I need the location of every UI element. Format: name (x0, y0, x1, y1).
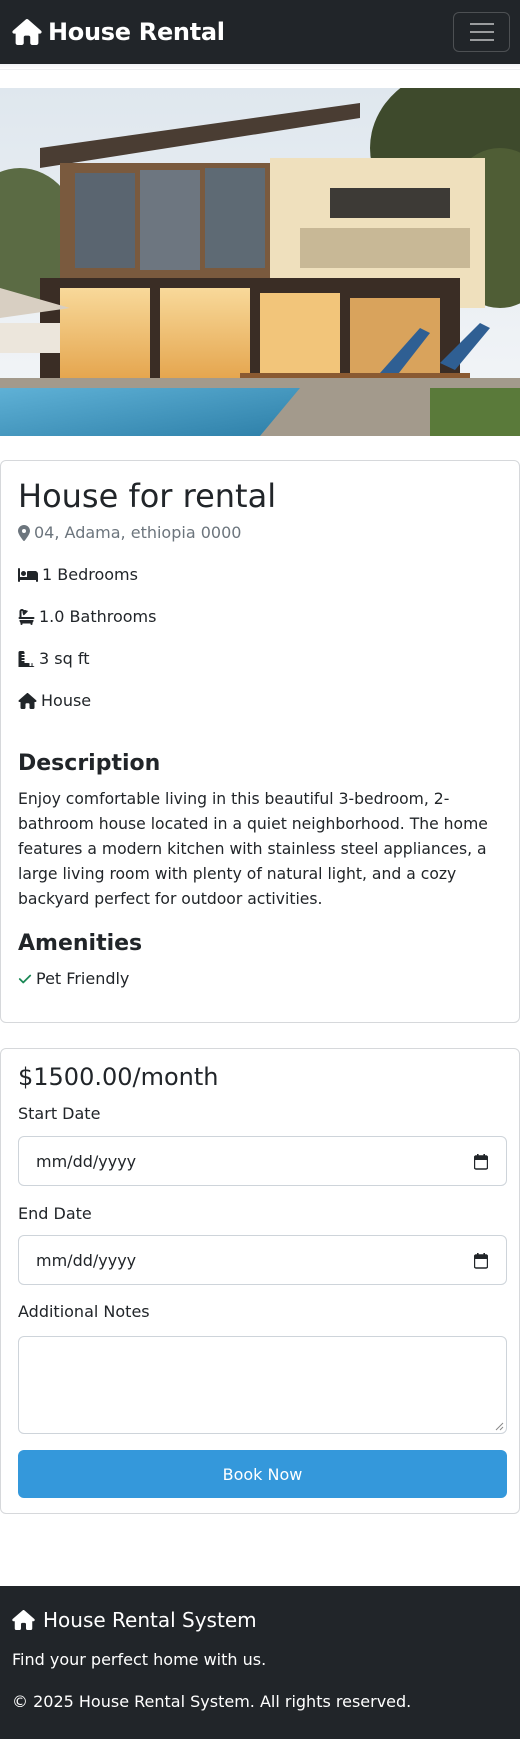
navbar-shadow (0, 64, 520, 70)
property-title: House for rental (18, 477, 277, 515)
book-now-button[interactable]: Book Now (18, 1450, 507, 1498)
bedrooms-row: 1 Bedrooms (18, 565, 138, 584)
brand-link[interactable]: House Rental (12, 18, 225, 46)
property-type-row: House (18, 691, 91, 710)
amenity-item: Pet Friendly (18, 969, 129, 988)
area-text: 3 sq ft (39, 649, 90, 668)
bathrooms-text: 1.0 Bathrooms (39, 607, 157, 626)
bed-icon (18, 567, 38, 582)
home-icon (18, 692, 37, 709)
property-image (0, 88, 520, 436)
bathrooms-row: 1.0 Bathrooms (18, 607, 156, 626)
amenity-label: Pet Friendly (36, 969, 130, 988)
map-marker-icon (18, 524, 30, 541)
start-date-label: Start Date (18, 1104, 101, 1123)
check-icon (18, 974, 32, 983)
description-title: Description (18, 751, 161, 776)
end-date-value: mm/dd/yyyy (36, 1250, 137, 1270)
footer-tagline: Find your perfect home with us. (12, 1650, 267, 1669)
brand-title: House Rental (48, 18, 225, 46)
footer-brand: House Rental System (12, 1608, 257, 1632)
amenities-title: Amenities (18, 931, 143, 956)
home-icon (12, 19, 42, 45)
bath-icon (18, 608, 35, 625)
property-location: 04, Adama, ethiopia 0000 (18, 523, 241, 542)
start-date-value: mm/dd/yyyy (36, 1151, 137, 1171)
footer-brand-text: House Rental System (43, 1608, 257, 1632)
end-date-input[interactable]: mm/dd/yyyy (18, 1235, 507, 1285)
description-text: Enjoy comfortable living in this beautif… (18, 790, 488, 908)
start-date-input[interactable]: mm/dd/yyyy (18, 1136, 507, 1186)
property-type-text: House (41, 691, 92, 710)
home-icon (12, 1610, 35, 1630)
booking-card: $1500.00/month Start Date mm/dd/yyyy End… (0, 1048, 520, 1514)
price: $1500.00/month (18, 1063, 219, 1091)
end-date-label: End Date (18, 1204, 92, 1223)
area-row: 3 sq ft (18, 649, 89, 668)
property-details-card: House for rental 04, Adama, ethiopia 000… (0, 460, 520, 1023)
notes-textarea[interactable] (18, 1336, 507, 1434)
hamburger-menu-button[interactable] (453, 12, 510, 52)
footer: House Rental System Find your perfect ho… (0, 1586, 520, 1739)
ruler-icon (18, 650, 35, 667)
hamburger-menu-icon (469, 23, 494, 25)
navbar: House Rental (0, 0, 520, 64)
bedrooms-text: 1 Bedrooms (42, 565, 138, 584)
notes-label: Additional Notes (18, 1302, 150, 1321)
resize-grip-icon[interactable] (495, 1422, 504, 1431)
location-text: 04, Adama, ethiopia 0000 (34, 523, 242, 542)
calendar-icon[interactable] (474, 1154, 488, 1170)
calendar-icon[interactable] (474, 1253, 488, 1269)
footer-copyright: © 2025 House Rental System. All rights r… (12, 1692, 412, 1711)
